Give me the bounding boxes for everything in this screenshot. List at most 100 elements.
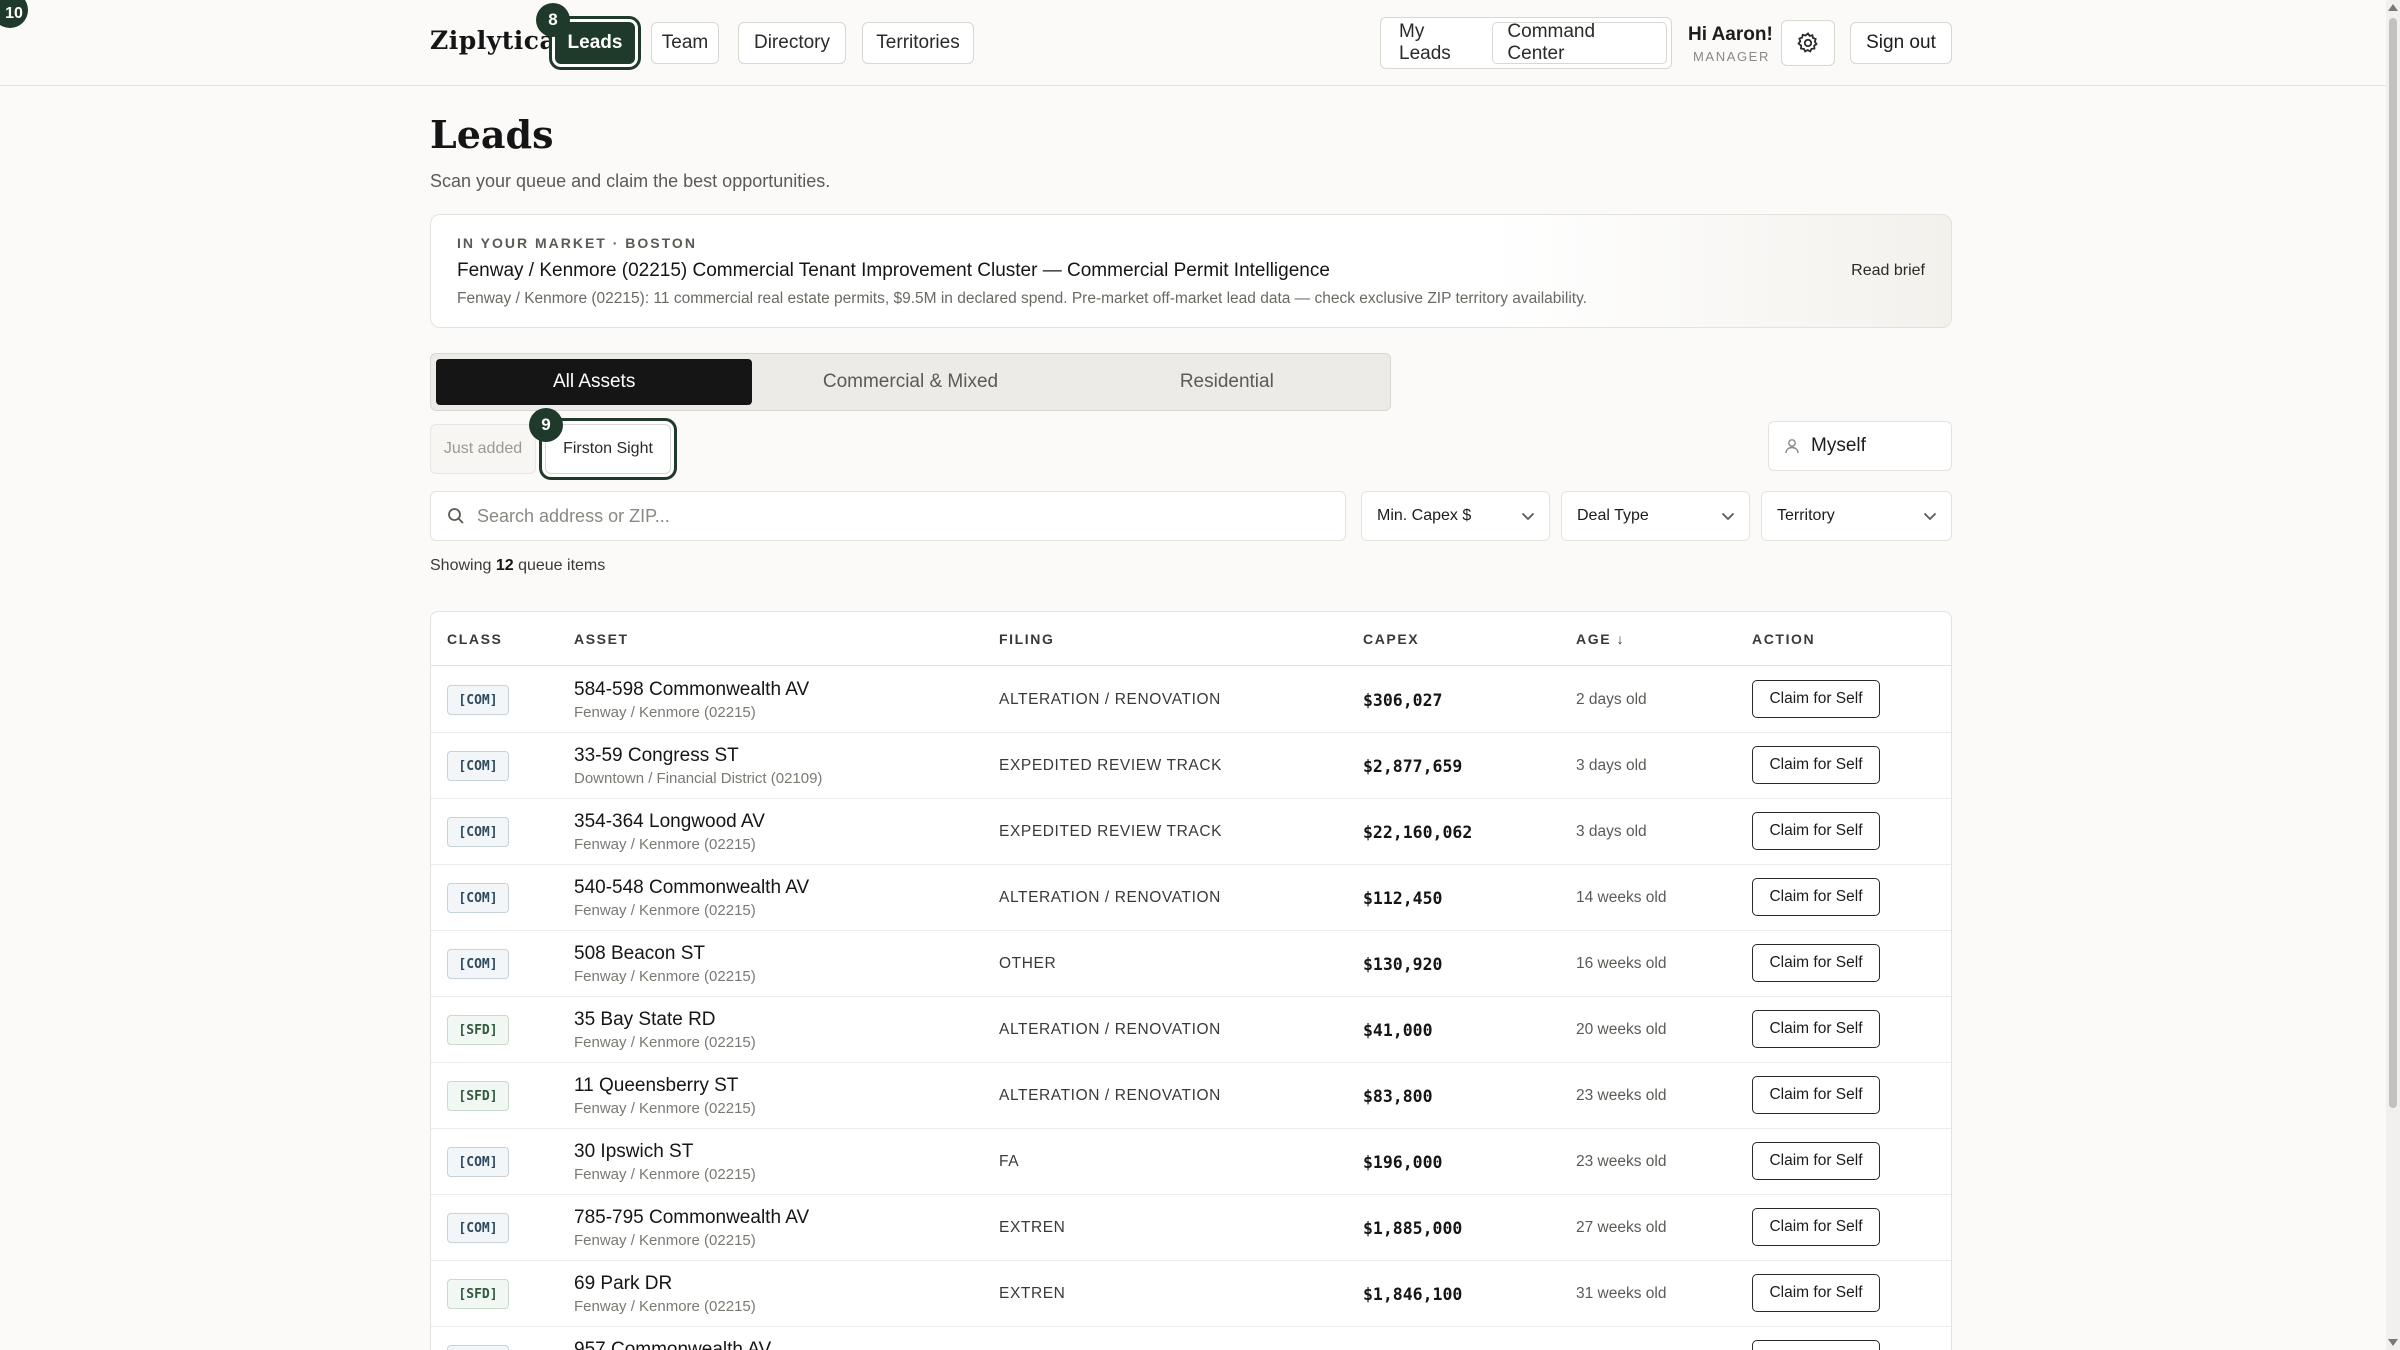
filing-type: EXPEDITED REVIEW TRACK (999, 823, 1223, 840)
leads-table: CLASS ASSET FILING CAPEX AGE ↓ ACTION [C… (430, 611, 1952, 1350)
claim-for-self-button[interactable]: Claim for Self (1752, 1142, 1880, 1180)
asset-neighborhood: Downtown / Financial District (02109) (574, 770, 823, 787)
filing-type: FA (999, 1153, 1020, 1170)
claim-for-self-button[interactable]: Claim for Self (1752, 1076, 1880, 1114)
lead-age: 23 weeks old (1576, 1087, 1667, 1104)
col-filing: FILING (999, 631, 1055, 647)
claim-for-self-button[interactable]: Claim for Self (1752, 680, 1880, 718)
class-badge: [SFD] (447, 1015, 509, 1045)
asset-address[interactable]: 785-795 Commonwealth AV (574, 1207, 809, 1229)
capex-value: $83,800 (1363, 1087, 1433, 1106)
capex-value: $112,450 (1363, 889, 1443, 908)
capex-value: $2,877,659 (1363, 757, 1463, 776)
capex-value: $306,027 (1363, 691, 1443, 710)
asset-address[interactable]: 584-598 Commonwealth AV (574, 679, 809, 701)
filing-type: ALTERATION / RENOVATION (999, 889, 1221, 906)
claim-for-self-button[interactable]: Claim for Self (1752, 1274, 1880, 1312)
scroll-down-arrow[interactable] (2388, 1339, 2398, 1346)
class-badge: [COM] (447, 883, 509, 913)
queue-count-value: 12 (495, 557, 514, 574)
page-scrollbar[interactable] (2386, 0, 2400, 1350)
search-box (430, 491, 1346, 541)
claim-for-self-button[interactable]: Claim for Self (1752, 944, 1880, 982)
table-row: [COM] 540-548 Commonwealth AV Fenway / Ken… (431, 865, 1951, 931)
filing-type: EXTREN (999, 1285, 1066, 1302)
brief-title: Fenway / Kenmore (02215) Commercial Tena… (457, 260, 1330, 281)
table-row: [COM] 508 Beacon ST Fenway / Kenmore (0221… (431, 931, 1951, 997)
lead-age: 16 weeks old (1576, 955, 1667, 972)
lead-age: 3 days old (1576, 757, 1647, 774)
nav-directory[interactable]: Directory (738, 22, 846, 64)
asset-neighborhood: Fenway / Kenmore (02215) (574, 1298, 756, 1315)
asset-address[interactable]: 11 Queensberry ST (574, 1075, 738, 1097)
asset-address[interactable]: 508 Beacon ST (574, 943, 705, 965)
chevron-down-icon (1721, 512, 1735, 520)
col-age-sort[interactable]: AGE ↓ (1576, 631, 1625, 647)
claim-for-self-button[interactable]: Claim for Self (1752, 812, 1880, 850)
capex-value: $130,920 (1363, 955, 1443, 974)
user-role: MANAGER (1693, 49, 1770, 64)
col-action: ACTION (1752, 631, 1816, 647)
claim-for-self-button[interactable]: Claim for Self (1752, 1208, 1880, 1246)
capex-value: $1,885,000 (1363, 1219, 1463, 1238)
scroll-thumb[interactable] (2389, 18, 2397, 1108)
lead-age: 2 days old (1576, 691, 1647, 708)
step-badge-8: 8 (536, 3, 570, 37)
asset-address[interactable]: 957 Commonwealth AV (574, 1339, 771, 1350)
deal-type-select[interactable]: Deal Type (1561, 491, 1750, 541)
table-row: [SFD] 69 Park DR Fenway / Kenmore (02215) E… (431, 1261, 1951, 1327)
sign-out-button[interactable]: Sign out (1850, 22, 1952, 64)
tab-residential[interactable]: Residential (1069, 359, 1385, 405)
asset-neighborhood: Fenway / Kenmore (02215) (574, 836, 756, 853)
class-badge: [SFD] (447, 1279, 509, 1309)
asset-address[interactable]: 540-548 Commonwealth AV (574, 877, 809, 899)
chevron-down-icon (1521, 512, 1535, 520)
nav-team[interactable]: Team (651, 22, 719, 64)
page-title: Leads (430, 112, 554, 157)
tab-commercial-mixed[interactable]: Commercial & Mixed (752, 359, 1068, 405)
lead-age: 14 weeks old (1576, 889, 1667, 906)
asset-type-tabs: All Assets Commercial & Mixed Residentia… (430, 353, 1391, 411)
read-brief-link[interactable]: Read brief (1851, 262, 1925, 280)
table-row: [COM] 33-59 Congress ST Downtown / Financi… (431, 733, 1951, 799)
asset-address[interactable]: 30 Ipswich ST (574, 1141, 693, 1163)
territory-select[interactable]: Territory (1761, 491, 1952, 541)
min-capex-select[interactable]: Min. Capex $ (1361, 491, 1550, 541)
step-badge-9: 9 (529, 408, 563, 442)
user-icon (1785, 439, 1799, 454)
nav-territories[interactable]: Territories (862, 22, 974, 64)
table-header: CLASS ASSET FILING CAPEX AGE ↓ ACTION (431, 612, 1951, 666)
scroll-up-arrow[interactable] (2388, 4, 2398, 11)
asset-neighborhood: Fenway / Kenmore (02215) (574, 1232, 756, 1249)
table-row: [COM] 785-795 Commonwealth AV Fenway / Ken… (431, 1195, 1951, 1261)
claim-for-self-button[interactable]: Claim for Self (1752, 746, 1880, 784)
command-center-toggle[interactable]: Command Center (1492, 21, 1667, 64)
owner-filter-label: Myself (1811, 435, 1866, 456)
asset-address[interactable]: 69 Park DR (574, 1273, 672, 1295)
capex-value: $1,846,100 (1363, 1285, 1463, 1304)
capex-value: $22,160,062 (1363, 823, 1473, 842)
claim-for-self-button[interactable]: Claim for Self (1752, 878, 1880, 916)
asset-address[interactable]: 354-364 Longwood AV (574, 811, 765, 833)
first-sight-chip[interactable]: Firston Sight (545, 424, 671, 474)
claim-for-self-button[interactable]: Claim for Self (1752, 1010, 1880, 1048)
asset-address[interactable]: 35 Bay State RD (574, 1009, 716, 1031)
settings-button[interactable] (1781, 20, 1835, 66)
search-input[interactable] (477, 505, 1317, 527)
asset-address[interactable]: 33-59 Congress ST (574, 745, 739, 767)
claim-for-self-button[interactable] (1752, 1340, 1880, 1350)
my-leads-toggle[interactable]: My Leads (1385, 21, 1492, 64)
owner-filter[interactable]: Myself (1768, 421, 1952, 471)
tab-all-assets[interactable]: All Assets (436, 359, 753, 405)
brief-kicker: IN YOUR MARKET · BOSTON (457, 235, 697, 251)
class-badge: [COM] (447, 1213, 509, 1243)
asset-neighborhood: Fenway / Kenmore (02215) (574, 1166, 756, 1183)
lead-age: 27 weeks old (1576, 1219, 1667, 1236)
lead-age: 20 weeks old (1576, 1021, 1667, 1038)
top-nav-bar: Ziplytica 8 Leads Team Directory Territo… (0, 0, 2386, 86)
filing-type: ALTERATION / RENOVATION (999, 1021, 1221, 1038)
class-badge: [SFD] (447, 1081, 509, 1111)
just-added-chip[interactable]: Just added (430, 424, 536, 474)
table-row: [SFD] 35 Bay State RD Fenway / Kenmore (02… (431, 997, 1951, 1063)
lead-age: 23 weeks old (1576, 1153, 1667, 1170)
